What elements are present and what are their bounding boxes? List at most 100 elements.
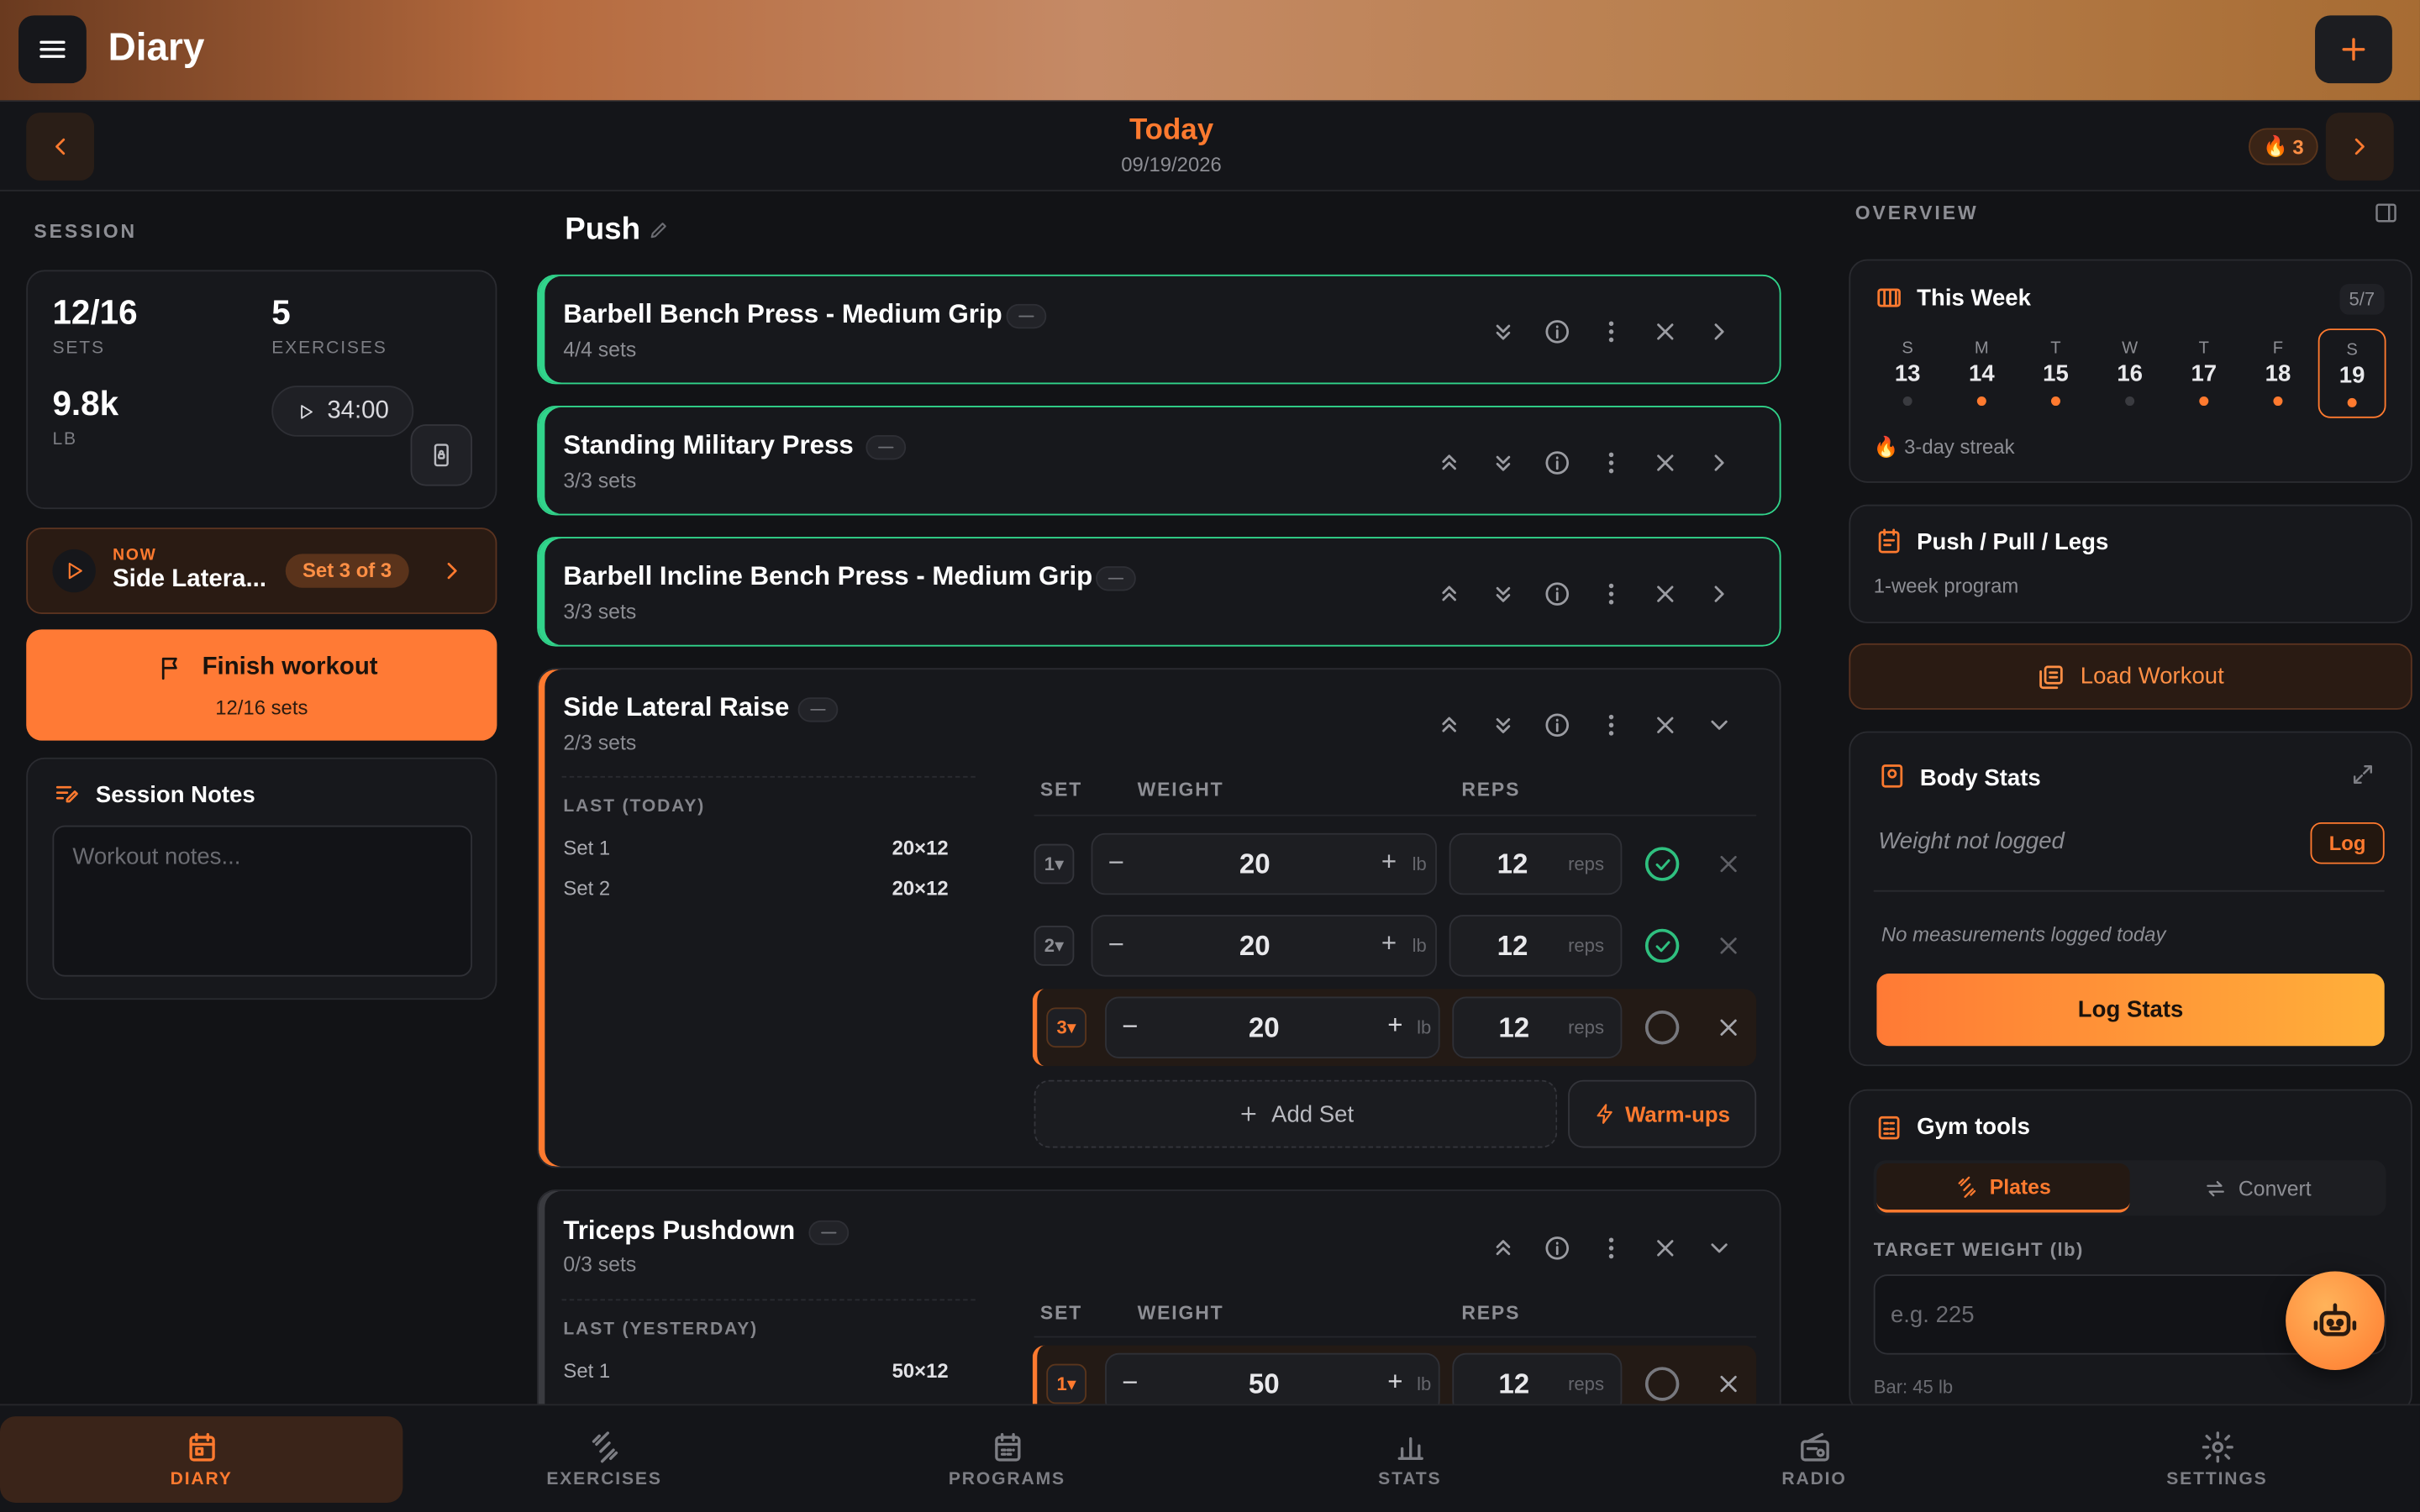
session-notes-input[interactable]: Workout notes... [52, 825, 473, 977]
nav-label: PROGRAMS [948, 1470, 1065, 1489]
session-timer[interactable]: 34:00 [271, 386, 414, 437]
info-icon[interactable] [1529, 580, 1583, 608]
day-cell[interactable]: T 17 [2170, 339, 2238, 418]
day-cell[interactable]: F 18 [2244, 339, 2312, 418]
lightning-icon [1597, 1104, 1612, 1124]
day-cell-today[interactable]: S 19 [2317, 328, 2386, 418]
log-stats-button[interactable]: Log Stats [1876, 973, 2385, 1047]
more-icon[interactable] [1583, 449, 1637, 476]
nav-programs[interactable]: PROGRAMS [806, 1416, 1208, 1503]
delete-set-icon[interactable] [1715, 932, 1743, 959]
weight-value[interactable]: 20 [1213, 1012, 1315, 1045]
increment-button[interactable]: + [1387, 1367, 1402, 1398]
remove-icon[interactable] [1638, 1234, 1691, 1262]
move-up-icon[interactable] [1422, 449, 1476, 476]
decrement-button[interactable]: − [1122, 1011, 1138, 1043]
expand-icon[interactable] [1691, 449, 1745, 476]
delete-set-icon[interactable] [1715, 850, 1743, 878]
move-down-icon[interactable] [1476, 711, 1529, 739]
expand-icon[interactable] [1691, 318, 1745, 345]
weight-value[interactable]: 50 [1213, 1368, 1315, 1401]
move-down-icon[interactable] [1476, 318, 1529, 345]
remove-icon[interactable] [1638, 449, 1691, 476]
day-cell[interactable]: M 14 [1948, 339, 2016, 418]
delete-set-icon[interactable] [1715, 1370, 1743, 1398]
exercise-name: Barbell Incline Bench Press - Medium Gri… [563, 561, 1093, 591]
log-weight-button[interactable]: Log [2310, 822, 2385, 864]
divider [1034, 1336, 1757, 1338]
decrement-button[interactable]: − [1122, 1367, 1138, 1399]
reps-value[interactable]: 12 [1476, 1368, 1553, 1401]
set-incomplete-icon[interactable] [1644, 1011, 1680, 1045]
increment-button[interactable]: + [1381, 847, 1397, 878]
move-up-icon[interactable] [1422, 580, 1476, 608]
decrement-button[interactable]: − [1108, 929, 1124, 962]
increment-button[interactable]: + [1381, 929, 1397, 960]
more-icon[interactable] [1583, 711, 1637, 739]
tab-plates[interactable]: Plates [1876, 1163, 2130, 1213]
weight-value[interactable]: 20 [1204, 848, 1306, 881]
finish-workout-button[interactable] [26, 629, 497, 741]
edit-icon[interactable] [648, 219, 670, 241]
nav-exercises[interactable]: EXERCISES [402, 1416, 805, 1503]
assistant-button[interactable] [2286, 1271, 2385, 1370]
reps-value[interactable]: 12 [1476, 1012, 1553, 1045]
menu-button[interactable] [18, 15, 87, 84]
tab-plates-label: Plates [1989, 1174, 2051, 1199]
lock-screen-button[interactable] [410, 424, 473, 486]
warmups-button[interactable]: Warm-ups [1568, 1079, 1757, 1148]
more-icon[interactable] [1583, 318, 1637, 345]
set-number[interactable]: 3 ▾ [1046, 1007, 1087, 1048]
divider [561, 1299, 976, 1301]
reps-value[interactable]: 12 [1474, 931, 1551, 963]
info-icon[interactable] [1529, 449, 1583, 476]
date-today-label[interactable]: Today [0, 114, 2343, 148]
collapse-icon[interactable] [1691, 711, 1745, 739]
set-complete-icon[interactable] [1644, 847, 1680, 881]
day-cell[interactable]: W 16 [2096, 339, 2164, 418]
nav-stats[interactable]: STATS [1208, 1416, 1611, 1503]
delete-set-icon[interactable] [1715, 1014, 1743, 1042]
next-day-button[interactable] [2325, 113, 2394, 181]
remove-icon[interactable] [1638, 580, 1691, 608]
set-number[interactable]: 1 ▾ [1046, 1363, 1087, 1404]
remove-icon[interactable] [1638, 711, 1691, 739]
move-down-icon[interactable] [1476, 449, 1529, 476]
workout-name[interactable]: Push [565, 213, 640, 248]
more-icon[interactable] [1583, 1234, 1637, 1262]
increment-button[interactable]: + [1387, 1011, 1402, 1042]
reps-value[interactable]: 12 [1474, 848, 1551, 881]
day-cell[interactable]: T 15 [2022, 339, 2090, 418]
move-down-icon[interactable] [1476, 580, 1529, 608]
set-complete-icon[interactable] [1644, 928, 1680, 963]
remove-icon[interactable] [1638, 318, 1691, 345]
radio-icon [1800, 1432, 1828, 1462]
day-cell[interactable]: S 13 [1874, 339, 1942, 418]
nav-settings[interactable]: SETTINGS [2016, 1416, 2418, 1503]
set-number[interactable]: 1 ▾ [1034, 843, 1075, 885]
set-number[interactable]: 2 ▾ [1034, 926, 1075, 966]
info-icon[interactable] [1529, 1234, 1583, 1262]
expand-icon[interactable] [1691, 580, 1745, 608]
expand-icon[interactable] [2350, 762, 2375, 786]
dumbbell-icon [591, 1431, 618, 1463]
set-incomplete-icon[interactable] [1644, 1367, 1680, 1401]
flag-icon [157, 654, 185, 682]
nav-label: EXERCISES [546, 1470, 662, 1489]
load-workout-button[interactable]: Load Workout [1849, 643, 2412, 710]
collapse-icon[interactable] [1691, 1234, 1745, 1262]
add-button[interactable] [2315, 15, 2392, 84]
decrement-button[interactable]: − [1108, 847, 1124, 879]
nav-radio[interactable]: RADIO [1612, 1416, 2015, 1503]
move-up-icon[interactable] [1476, 1234, 1529, 1262]
weight-value[interactable]: 20 [1204, 931, 1306, 963]
nav-diary[interactable]: DIARY [0, 1416, 403, 1503]
tab-convert[interactable]: Convert [2133, 1163, 2383, 1213]
info-icon[interactable] [1529, 318, 1583, 345]
program-card[interactable] [1849, 504, 2412, 624]
sidebar-toggle-icon[interactable] [2374, 201, 2398, 225]
more-icon[interactable] [1583, 580, 1637, 608]
info-icon[interactable] [1529, 711, 1583, 739]
add-set-button[interactable]: Add Set [1034, 1079, 1558, 1148]
move-up-icon[interactable] [1422, 711, 1476, 739]
